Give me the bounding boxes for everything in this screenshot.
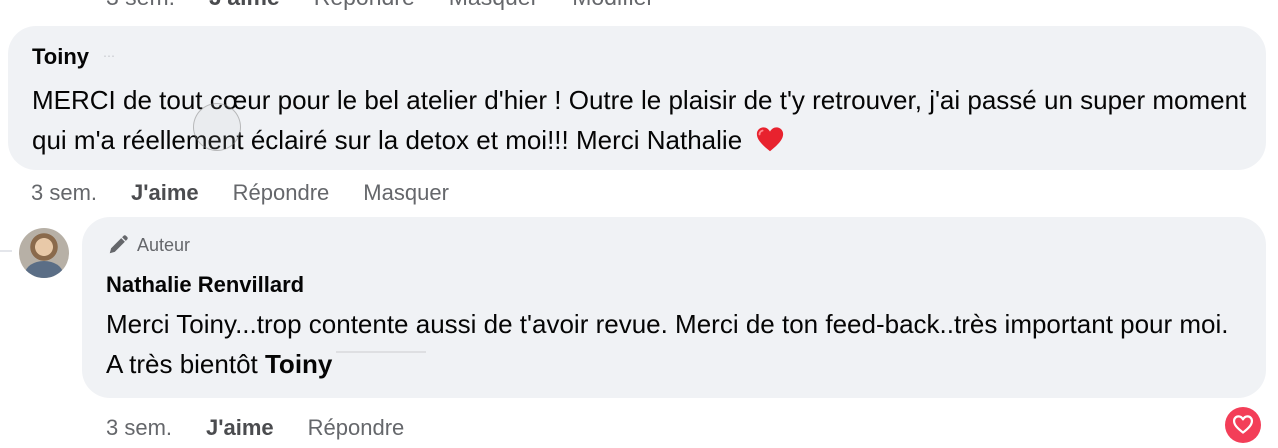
reply-text: Merci Toiny...trop contente aussi de t'a… xyxy=(106,304,1246,384)
red-heart-icon xyxy=(757,127,784,152)
comment-thread: 3 sem. J'aime Répondre Masquer Modifier … xyxy=(0,0,1278,448)
hide-button[interactable]: Masquer xyxy=(363,180,449,206)
time-link[interactable]: 3 sem. xyxy=(106,0,175,11)
heart-icon xyxy=(1232,415,1254,434)
comment-text: MERCI de tout cœur pour le bel atelier d… xyxy=(32,80,1252,160)
faded-meta-icon: ⋯ xyxy=(103,49,115,63)
comment-body: MERCI de tout cœur pour le bel atelier d… xyxy=(32,85,1247,155)
like-button[interactable]: J'aime xyxy=(131,180,199,206)
thread-connector xyxy=(0,250,12,252)
comment-author[interactable]: Toiny xyxy=(32,44,89,70)
reply-bubble: Auteur Nathalie Renvillard Merci Toiny..… xyxy=(82,217,1266,398)
time-link[interactable]: 3 sem. xyxy=(31,180,97,206)
reply-button[interactable]: Répondre xyxy=(308,415,405,441)
like-button[interactable]: J'aime xyxy=(209,0,280,11)
badge-label: Auteur xyxy=(137,234,191,255)
faded-overlay xyxy=(336,351,427,363)
author-badge: Auteur xyxy=(107,234,190,256)
time-link[interactable]: 3 sem. xyxy=(106,415,172,441)
previous-comment-actions: 3 sem. J'aime Répondre Masquer Modifier xyxy=(0,0,1278,20)
reply-button[interactable]: Répondre xyxy=(233,180,330,206)
heart-reaction-icon[interactable] xyxy=(1225,407,1261,443)
hide-button[interactable]: Masquer xyxy=(449,0,538,11)
like-button[interactable]: J'aime xyxy=(206,415,274,441)
comment-actions: 3 sem. J'aime Répondre Masquer xyxy=(31,180,483,206)
reply-actions: 3 sem. J'aime Répondre xyxy=(106,415,438,441)
reply-author[interactable]: Nathalie Renvillard xyxy=(106,272,304,298)
reply-button[interactable]: Répondre xyxy=(314,0,415,11)
comment-bubble: Toiny ⋯ MERCI de tout cœur pour le bel a… xyxy=(8,26,1266,170)
mention-link[interactable]: Toiny xyxy=(265,349,332,379)
pencil-icon xyxy=(109,235,128,254)
avatar[interactable] xyxy=(19,228,69,278)
edit-button[interactable]: Modifier xyxy=(572,0,654,11)
